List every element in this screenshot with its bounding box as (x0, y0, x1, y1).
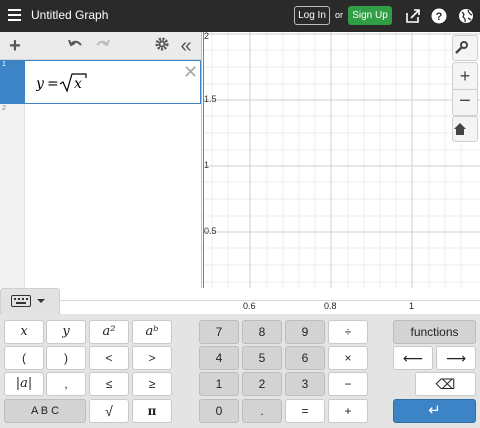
svg-text:=: = (47, 76, 59, 92)
settings-gear-icon[interactable] (152, 36, 172, 56)
help-icon[interactable]: ? (430, 7, 448, 25)
y-tick-label: 2 (204, 31, 210, 41)
expression-index: 1 (2, 61, 6, 68)
key-minus[interactable]: − (328, 372, 368, 396)
expression-gutter (0, 138, 25, 288)
log-in-button[interactable]: Log In (294, 6, 330, 25)
key-plus[interactable]: + (328, 399, 368, 423)
math-keypad: x y a² aᵇ ( ) < > |a| , ≤ ≥ A B C √ π 7 … (0, 314, 480, 428)
key-3[interactable]: 3 (285, 372, 325, 396)
key-y[interactable]: y (46, 320, 86, 344)
key-open-paren[interactable]: ( (4, 346, 44, 370)
top-bar: Untitled Graph Log In or Sign Up ? (0, 0, 480, 32)
globe-icon[interactable] (457, 7, 475, 25)
graph-title[interactable]: Untitled Graph (31, 8, 108, 22)
key-6[interactable]: 6 (285, 346, 325, 370)
redo-icon[interactable] (92, 36, 112, 56)
expression-list: + « 1 y = x ✕ 2 (0, 32, 202, 288)
desmos-app: Untitled Graph Log In or Sign Up ? + « 1… (0, 0, 480, 428)
divider (60, 300, 480, 301)
share-icon[interactable] (404, 7, 422, 25)
zoom-out-icon[interactable]: − (453, 89, 477, 115)
expression-index: 2 (2, 105, 6, 112)
sqrt-formula-render: y = x (35, 73, 87, 93)
key-decimal[interactable]: . (242, 399, 282, 423)
collapse-panel-icon[interactable]: « (176, 36, 196, 56)
key-divide[interactable]: ÷ (328, 320, 368, 344)
key-5[interactable]: 5 (242, 346, 282, 370)
svg-text:?: ? (436, 11, 443, 23)
key-8[interactable]: 8 (242, 320, 282, 344)
functions-button[interactable]: functions (393, 320, 476, 344)
zoom-in-icon[interactable]: + (453, 63, 477, 89)
wrench-icon[interactable] (452, 35, 478, 61)
zoom-controls: + − (452, 62, 478, 116)
expression-row[interactable]: 2 (0, 104, 201, 138)
expression-row[interactable]: 1 y = x ✕ (0, 60, 201, 104)
key-2[interactable]: 2 (242, 372, 282, 396)
key-7[interactable]: 7 (199, 320, 239, 344)
key-power[interactable]: aᵇ (132, 320, 172, 344)
key-less-than[interactable]: < (89, 346, 129, 370)
keyboard-icon (11, 295, 45, 307)
graph-canvas[interactable]: 2 1.5 1 0.5 + − (203, 31, 480, 288)
key-abc[interactable]: A B C (4, 399, 86, 423)
key-squared[interactable]: a² (89, 320, 129, 344)
key-greater-equal[interactable]: ≥ (132, 372, 172, 396)
enter-key[interactable]: ↵ (393, 399, 476, 423)
menu-icon[interactable] (8, 9, 21, 22)
key-abs[interactable]: |a| (4, 372, 44, 396)
y-tick-label: 1.5 (204, 94, 217, 104)
backspace-key[interactable]: ⌫ (415, 372, 476, 396)
key-pi[interactable]: π (132, 399, 172, 423)
svg-text:x: x (74, 76, 82, 92)
key-comma[interactable]: , (46, 372, 86, 396)
y-tick-label: 0.5 (204, 226, 217, 236)
expression-toolbar: + « (0, 32, 201, 60)
delete-expression-icon[interactable]: ✕ (183, 62, 198, 83)
left-arrow-key[interactable]: ⟵ (393, 346, 433, 370)
key-sqrt[interactable]: √ (89, 399, 129, 423)
keyboard-toggle-button[interactable] (0, 288, 60, 314)
keypad-toggle-bar (0, 288, 480, 314)
key-1[interactable]: 1 (199, 372, 239, 396)
key-multiply[interactable]: × (328, 346, 368, 370)
expression-index-tab: 2 (0, 104, 25, 138)
home-icon[interactable] (452, 116, 478, 142)
svg-text:y: y (36, 76, 45, 92)
expression-formula[interactable]: y = x (35, 72, 96, 100)
key-9[interactable]: 9 (285, 320, 325, 344)
key-greater-than[interactable]: > (132, 346, 172, 370)
undo-icon[interactable] (66, 36, 86, 56)
key-x[interactable]: x (4, 320, 44, 344)
key-0[interactable]: 0 (199, 399, 239, 423)
sign-up-button[interactable]: Sign Up (348, 6, 392, 25)
graph-grid (203, 32, 480, 288)
right-arrow-key[interactable]: ⟶ (436, 346, 476, 370)
key-equals[interactable]: = (285, 399, 325, 423)
expression-color-tab[interactable]: 1 (0, 60, 25, 104)
y-tick-label: 1 (204, 160, 210, 170)
key-less-equal[interactable]: ≤ (89, 372, 129, 396)
key-close-paren[interactable]: ) (46, 346, 86, 370)
add-item-icon[interactable]: + (6, 36, 24, 56)
key-4[interactable]: 4 (199, 346, 239, 370)
or-label: or (335, 10, 344, 20)
